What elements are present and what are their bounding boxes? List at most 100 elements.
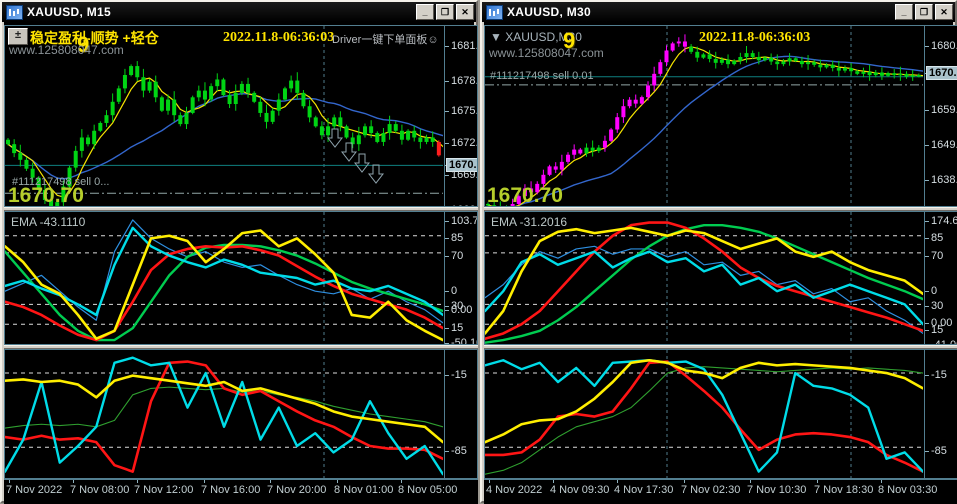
window-titlebar[interactable]: XAUUSD, M15 _ ❐ ✕ [2, 2, 476, 22]
indicator-scale[interactable]: -15 -85 [444, 350, 477, 478]
time-tick [204, 480, 205, 483]
time-label: 7 Nov 12:00 [134, 484, 194, 496]
scale-tick [925, 145, 929, 146]
price-scale-label: 30 [931, 300, 944, 312]
chart-window-icon [6, 4, 23, 20]
price-scale-label: 85 [451, 232, 464, 244]
indicator-canvas[interactable] [485, 212, 923, 344]
price-scale-label: 1672.60 [451, 137, 478, 149]
ema-label: EMA -43.1110 [11, 215, 86, 229]
indicator-canvas[interactable] [5, 212, 443, 344]
scale-tick [925, 451, 929, 452]
indicator-panel-2[interactable]: -15 -85 [4, 349, 478, 479]
time-label: 4 Nov 09:30 [550, 484, 610, 496]
window-title: XAUUSD, M30 [507, 5, 591, 19]
minimize-button[interactable]: _ [895, 4, 913, 20]
scale-tick [925, 323, 929, 324]
scale-tick [925, 330, 929, 331]
main-chart-panel[interactable]: ▼ XAUUSD,M30 9 2022.11.8-06:36:03 www.12580… [484, 25, 957, 207]
price-scale-label: 1669.65 [451, 169, 478, 181]
time-label: 8 Nov 01:00 [334, 484, 394, 496]
scale-tick [445, 375, 449, 376]
price-scale[interactable]: 1681.401678.451675.501672.601670.701669.… [444, 26, 478, 206]
big-price-label: 1670.70 [8, 184, 84, 207]
scale-tick [445, 46, 449, 47]
price-scale-label: 70 [931, 250, 944, 262]
chart-body[interactable]: ▼ XAUUSD,M30 9 2022.11.8-06:36:03 www.12580… [484, 22, 957, 504]
time-tick [401, 480, 402, 483]
scale-tick [925, 256, 929, 257]
time-label: 4 Nov 2022 [486, 484, 543, 496]
price-scale-label: 1678.45 [451, 75, 478, 87]
price-scale-label: 0.00 [451, 304, 473, 316]
window-title: XAUUSD, M15 [27, 5, 111, 19]
main-chart-panel[interactable]: ± 稳定盈利-顺势 +轻仓 9 2022.11.8-06:36:03 Driver一键下… [4, 25, 478, 207]
price-scale-label: 1659.50 [931, 104, 957, 116]
indicator-canvas[interactable] [485, 350, 923, 478]
indicator-canvas[interactable] [5, 350, 443, 478]
big-price-label: 1670.70 [487, 184, 563, 207]
scale-tick [445, 81, 449, 82]
price-scale-label: 103.7495 [451, 215, 478, 227]
price-scale-label: 1681.40 [451, 40, 478, 52]
time-label: 7 Nov 08:00 [70, 484, 130, 496]
chart-window-xauusd-m15: XAUUSD, M15 _ ❐ ✕ ± 稳定盈利-顺势 +轻仓 9 2022.11.8… [0, 0, 478, 504]
close-button[interactable]: ✕ [935, 4, 953, 20]
scale-tick [925, 110, 929, 111]
scale-tick [925, 306, 929, 307]
time-axis[interactable]: 7 Nov 2022 7 Nov 08:00 7 Nov 12:00 7 Nov 16… [4, 479, 478, 504]
maximize-button[interactable]: ❐ [915, 4, 933, 20]
price-scale-label: -50.1044 [451, 337, 477, 345]
price-scale-label: -41.0027 [931, 339, 957, 345]
price-scale-label: -85 [931, 445, 947, 457]
scale-tick [925, 221, 929, 222]
price-scale-label: 70 [451, 250, 464, 262]
time-tick [553, 480, 554, 483]
scale-tick [445, 143, 449, 144]
scale-tick [445, 221, 449, 222]
time-label: 7 Nov 2022 [6, 484, 63, 496]
datetime-label: 2022.11.8-06:36:03 [699, 30, 811, 45]
price-scale-label: 85 [931, 232, 944, 244]
trend-arrow-icon [340, 142, 358, 162]
indicator-panel-1[interactable]: EMA -43.1110103.749585700300.0015-50.104… [4, 211, 478, 345]
scale-tick [925, 375, 929, 376]
time-tick [617, 480, 618, 483]
indicator-scale[interactable]: -15 -85 [924, 350, 957, 478]
time-label: 8 Nov 05:00 [398, 484, 458, 496]
time-tick [9, 480, 10, 483]
chart-window-icon [486, 4, 503, 20]
time-label: 7 Nov 02:30 [681, 484, 741, 496]
driver-panel-label: Driver一键下单面板☺ [332, 34, 439, 46]
indicator-scale[interactable]: 103.749585700300.0015-50.1044 [444, 212, 478, 345]
minimize-button[interactable]: _ [416, 4, 434, 20]
chart-window-xauusd-m30: XAUUSD, M30 _ ❐ ✕ ▼ XAUUSD,M30 9 2022.11.8… [480, 0, 957, 504]
ema-label: EMA -31.2016 [491, 215, 568, 229]
time-tick [881, 480, 882, 483]
close-button[interactable]: ✕ [456, 4, 474, 20]
scale-tick [925, 180, 929, 181]
time-tick [73, 480, 74, 483]
chart-body[interactable]: ± 稳定盈利-顺势 +轻仓 9 2022.11.8-06:36:03 Driver一键下… [4, 22, 478, 504]
time-tick [270, 480, 271, 483]
scale-tick [445, 238, 449, 239]
price-scale-label: -85 [451, 445, 467, 457]
scale-tick [925, 46, 929, 47]
time-axis[interactable]: 4 Nov 2022 4 Nov 09:30 4 Nov 17:30 7 Nov 02… [484, 479, 957, 504]
price-scale[interactable]: 1680.201670.701659.501649.001638.801628.… [924, 26, 957, 206]
scale-tick [925, 238, 929, 239]
time-tick [489, 480, 490, 483]
indicator-panel-1[interactable]: EMA -31.2016174.622485700300.0015-41.002… [484, 211, 957, 345]
indicator-panel-2[interactable]: -15 -85 [484, 349, 957, 479]
window-titlebar[interactable]: XAUUSD, M30 _ ❐ ✕ [482, 2, 955, 22]
time-label: 7 Nov 10:30 [747, 484, 807, 496]
time-tick [817, 480, 818, 483]
scale-tick [445, 306, 449, 307]
price-scale-label: 15 [931, 324, 944, 336]
indicator-scale[interactable]: 174.622485700300.0015-41.0027 [924, 212, 957, 344]
price-scale-label: 0 [931, 285, 938, 297]
scale-tick [445, 328, 449, 329]
maximize-button[interactable]: ❐ [436, 4, 454, 20]
order-label: #111217498 sell 0.01 [490, 70, 594, 82]
watermark-label: www.125808047.com [9, 43, 124, 57]
